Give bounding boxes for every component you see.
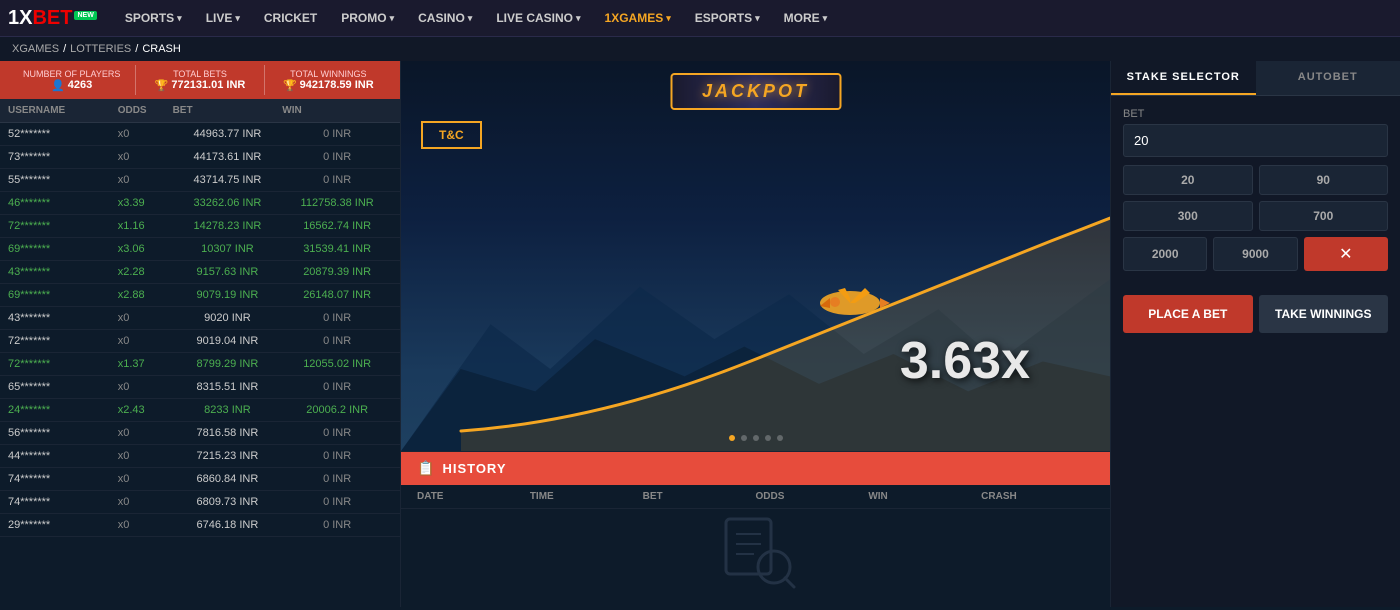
bet-label: Bet [1123, 108, 1388, 120]
quick-bet-2000[interactable]: 2000 [1123, 237, 1207, 271]
tab-autobet[interactable]: AUTOBET [1256, 61, 1400, 95]
stat-players: Number of players 👤 4263 [8, 67, 135, 94]
table-row: 72******* x1.16 14278.23 INR 16562.74 IN… [0, 215, 400, 238]
nav-esports[interactable]: ESPORTS ▾ [683, 0, 772, 37]
table-row: 46******* x3.39 33262.06 INR 112758.38 I… [0, 192, 400, 215]
bet-input[interactable] [1123, 124, 1388, 157]
table-row: 55******* x0 43714.75 INR 0 INR [0, 169, 400, 192]
quick-bet-buttons: 20 90 300 700 [1123, 165, 1388, 231]
quick-bet-20[interactable]: 20 [1123, 165, 1253, 195]
bet-table-panel: Number of players 👤 4263 Total bets 🏆 77… [0, 61, 400, 607]
nav-live-casino[interactable]: LIVE CASINO ▾ [484, 0, 592, 37]
quick-bet-700[interactable]: 700 [1259, 201, 1389, 231]
dot-2[interactable] [741, 435, 747, 441]
nav-more[interactable]: MORE ▾ [772, 0, 840, 37]
logo[interactable]: 1XBET NEW [8, 7, 97, 30]
table-row: 52******* x0 44963.77 INR 0 INR [0, 123, 400, 146]
game-area: JACKPOT T&C 3.63x [401, 61, 1110, 451]
history-icon: 📋 [417, 460, 434, 477]
nav-sports[interactable]: SPORTS ▾ [113, 0, 194, 37]
table-row: 69******* x3.06 10307 INR 31539.41 INR [0, 238, 400, 261]
breadcrumb: XGAMES / LOTTERIES / CRASH [0, 37, 1400, 61]
history-panel: 📋 HISTORY DATE TIME BET ODDS WIN CRASH [401, 451, 1110, 607]
bet-table-body: 52******* x0 44963.77 INR 0 INR 73******… [0, 123, 400, 607]
quick-bet-buttons-2: 2000 9000 ✕ [1123, 237, 1388, 271]
breadcrumb-lotteries[interactable]: LOTTERIES [70, 43, 131, 55]
stake-tabs: STAKE SELECTOR AUTOBET [1111, 61, 1400, 96]
stake-content: Bet 20 90 300 700 2000 9000 ✕ [1111, 96, 1400, 295]
place-bet-button[interactable]: PLACE A BET [1123, 295, 1253, 333]
jackpot-text: JACKPOT [702, 81, 809, 101]
table-row: 72******* x1.37 8799.29 INR 12055.02 INR [0, 353, 400, 376]
stake-panel: STAKE SELECTOR AUTOBET Bet 20 90 300 700… [1110, 61, 1400, 607]
table-row: 29******* x0 6746.18 INR 0 INR [0, 514, 400, 537]
table-row: 74******* x0 6809.73 INR 0 INR [0, 491, 400, 514]
quick-bet-300[interactable]: 300 [1123, 201, 1253, 231]
dot-3[interactable] [753, 435, 759, 441]
table-row: 73******* x0 44173.61 INR 0 INR [0, 146, 400, 169]
history-table-header: DATE TIME BET ODDS WIN CRASH [401, 485, 1110, 509]
quick-bet-9000[interactable]: 9000 [1213, 237, 1297, 271]
quick-bet-90[interactable]: 90 [1259, 165, 1389, 195]
table-row: 43******* x2.28 9157.63 INR 20879.39 INR [0, 261, 400, 284]
table-row: 43******* x0 9020 INR 0 INR [0, 307, 400, 330]
table-row: 44******* x0 7215.23 INR 0 INR [0, 445, 400, 468]
nav-live[interactable]: LIVE ▾ [194, 0, 252, 37]
table-row: 69******* x2.88 9079.19 INR 26148.07 INR [0, 284, 400, 307]
breadcrumb-crash: CRASH [142, 43, 181, 55]
nav-items: SPORTS ▾ LIVE ▾ CRICKET PROMO ▾ CASINO ▾… [113, 0, 1392, 37]
nav-promo[interactable]: PROMO ▾ [329, 0, 406, 37]
stats-bar: Number of players 👤 4263 Total bets 🏆 77… [0, 61, 400, 99]
stat-total-winnings: Total winnings 🏆 942178.59 INR [265, 67, 392, 94]
history-header: 📋 HISTORY [401, 452, 1110, 485]
table-row: 72******* x0 9019.04 INR 0 INR [0, 330, 400, 353]
table-row: 65******* x0 8315.51 INR 0 INR [0, 376, 400, 399]
nav-1xgames[interactable]: 1XGAMES ▾ [593, 0, 683, 37]
table-row: 56******* x0 7816.58 INR 0 INR [0, 422, 400, 445]
dot-1[interactable] [729, 435, 735, 441]
logo-new-badge: NEW [74, 11, 96, 20]
tc-button[interactable]: T&C [421, 121, 482, 149]
history-title: HISTORY [442, 461, 506, 476]
table-row: 24******* x2.43 8233 INR 20006.2 INR [0, 399, 400, 422]
main-layout: Number of players 👤 4263 Total bets 🏆 77… [0, 61, 1400, 607]
navigation: 1XBET NEW SPORTS ▾ LIVE ▾ CRICKET PROMO … [0, 0, 1400, 37]
game-curve [401, 61, 1110, 451]
stat-total-bets: Total bets 🏆 772131.01 INR [136, 67, 263, 94]
action-buttons: PLACE A BET TAKE WINNINGS [1111, 295, 1400, 345]
tab-stake-selector[interactable]: STAKE SELECTOR [1111, 61, 1256, 95]
jackpot-banner: JACKPOT [670, 73, 841, 110]
winnings-icon: 🏆 [283, 79, 297, 92]
breadcrumb-xgames[interactable]: XGAMES [12, 43, 59, 55]
table-header: USERNAME ODDS BET WIN [0, 99, 400, 123]
multiplier-display: 3.63x [900, 331, 1030, 391]
plane-icon [810, 268, 890, 331]
table-row: 74******* x0 6860.84 INR 0 INR [0, 468, 400, 491]
carousel-dots [401, 435, 1110, 441]
empty-history-icon [716, 509, 796, 605]
dot-5[interactable] [777, 435, 783, 441]
clear-button[interactable]: ✕ [1304, 237, 1388, 271]
center-panel: JACKPOT T&C 3.63x [400, 61, 1110, 607]
dot-4[interactable] [765, 435, 771, 441]
players-icon: 👤 [51, 79, 65, 92]
take-winnings-button[interactable]: TAKE WINNINGS [1259, 295, 1389, 333]
nav-casino[interactable]: CASINO ▾ [406, 0, 484, 37]
history-empty-state [401, 509, 1110, 604]
nav-cricket[interactable]: CRICKET [252, 0, 329, 37]
bets-icon: 🏆 [155, 79, 169, 92]
